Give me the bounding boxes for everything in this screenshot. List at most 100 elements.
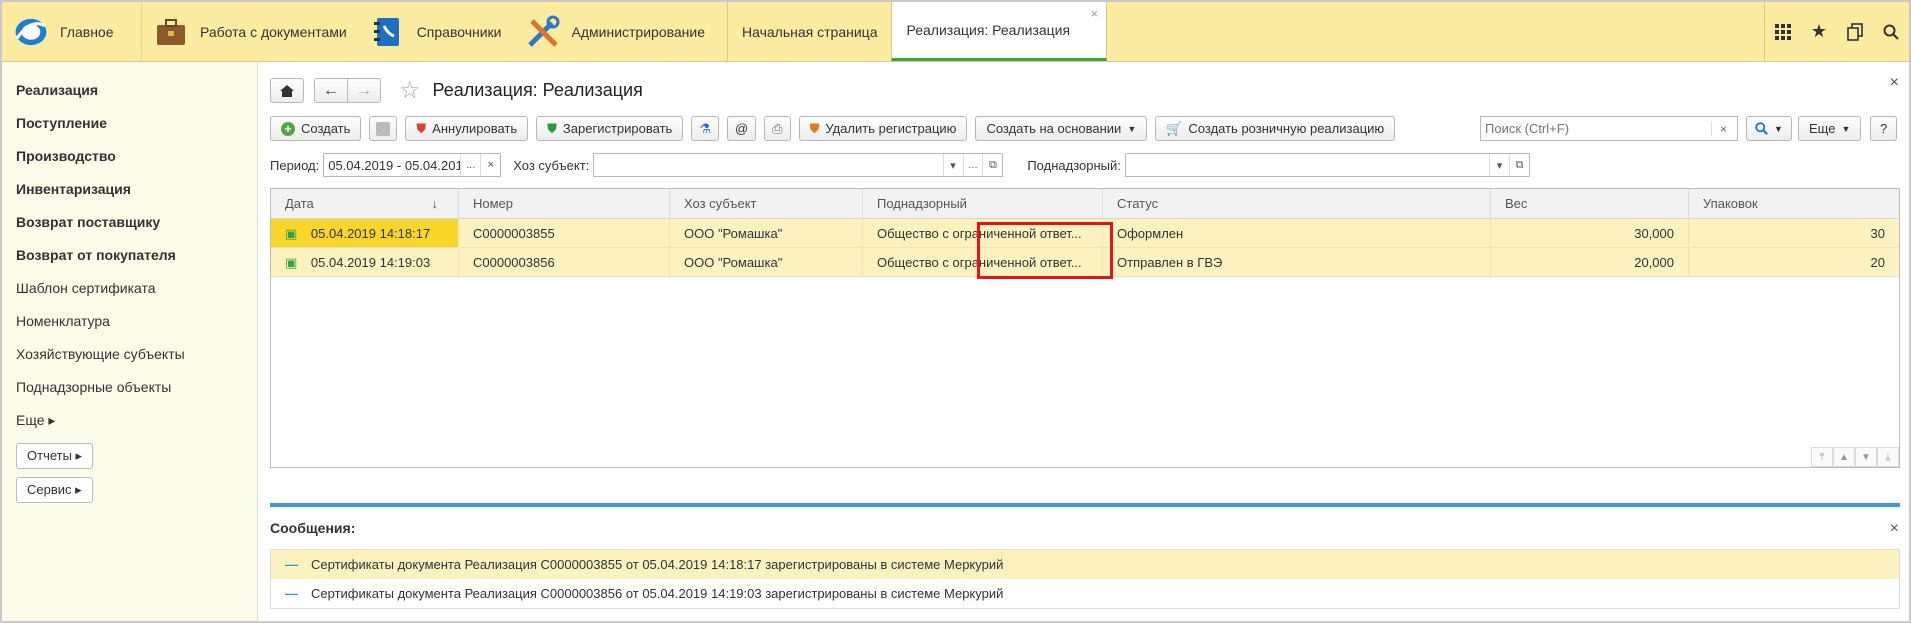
scroll-down-icon[interactable]: ▼	[1855, 447, 1877, 467]
section-home-label: Главное	[60, 23, 114, 40]
search-field[interactable]: ×	[1480, 116, 1738, 141]
forward-button[interactable]: →	[348, 78, 381, 103]
subject-select-button[interactable]: ...	[962, 154, 983, 176]
row-subject-cell: ООО "Ромашка"	[670, 248, 863, 276]
sidebar-item-business-entities[interactable]: Хозяйствующие субъекты	[2, 344, 257, 377]
home-icon	[280, 84, 294, 97]
section-home[interactable]: Главное	[2, 2, 142, 61]
grid-icon[interactable]	[1765, 23, 1801, 40]
status-highlight-box	[977, 222, 1113, 279]
sidebar-item-nomenclature[interactable]: Номенклатура	[2, 311, 257, 344]
search-icon[interactable]	[1873, 24, 1909, 40]
tab-start-page-label: Начальная страница	[742, 23, 878, 40]
col-weight[interactable]: Вес	[1491, 189, 1689, 218]
col-date[interactable]: Дата ↓	[271, 189, 459, 218]
subject-open-icon[interactable]: ⧉	[982, 154, 1002, 176]
row-weight-cell: 20,000	[1491, 248, 1689, 276]
posted-doc-icon: ▣	[285, 226, 298, 241]
email-button[interactable]: @	[726, 116, 757, 141]
search-input[interactable]	[1481, 117, 1711, 140]
cart-icon: 🛒	[1166, 120, 1183, 136]
microscope-button[interactable]: ⚗	[691, 116, 719, 141]
row-date-cell: ▣ 05.04.2019 14:18:17	[271, 219, 459, 247]
service-button[interactable]: Сервис ▸	[16, 477, 93, 503]
supervised-dropdown-icon[interactable]: ▾	[1489, 154, 1509, 176]
sidebar-item-return-customer[interactable]: Возврат от покупателя	[2, 245, 257, 278]
period-value: 05.04.2019 - 05.04.201	[328, 157, 461, 173]
period-field[interactable]: 05.04.2019 - 05.04.201 ... ×	[323, 153, 502, 177]
filter-row: Период: 05.04.2019 - 05.04.201 ... × Хоз…	[270, 153, 1530, 177]
col-packages[interactable]: Упаковок	[1689, 189, 1899, 218]
message-dash-icon: —	[285, 586, 298, 601]
supervised-open-icon[interactable]: ⧉	[1508, 154, 1529, 176]
delete-registration-button[interactable]: ⛊ Удалить регистрацию	[798, 116, 968, 141]
create-based-on-label: Создать на основании	[986, 121, 1122, 136]
section-references[interactable]: Справочники	[359, 2, 514, 61]
period-select-button[interactable]: ...	[460, 154, 480, 176]
copy-icon[interactable]	[1837, 22, 1873, 41]
sidebar-item-return-supplier[interactable]: Возврат поставщику	[2, 212, 257, 245]
section-documents-label: Работа с документами	[200, 23, 347, 40]
supervised-field[interactable]: ▾ ⧉	[1124, 153, 1530, 177]
col-status[interactable]: Статус	[1103, 189, 1491, 218]
messages-close-icon[interactable]: ×	[1890, 520, 1899, 538]
subject-field[interactable]: ▾ ... ⧉	[593, 153, 1004, 177]
star-icon[interactable]: ★	[1801, 21, 1837, 42]
scroll-bottom-icon[interactable]: ⤓	[1877, 447, 1899, 467]
period-clear-icon[interactable]: ×	[480, 154, 500, 176]
sort-arrow-icon: ↓	[431, 196, 439, 211]
section-administration-label: Администрирование	[571, 23, 706, 40]
create-button[interactable]: + Создать	[270, 116, 362, 141]
print-button[interactable]: ⎙	[764, 116, 791, 141]
row-subject-cell: ООО "Ромашка"	[670, 219, 863, 247]
help-button[interactable]: ?	[1870, 116, 1898, 141]
at-icon: @	[734, 121, 749, 136]
col-subject[interactable]: Хоз субъект	[670, 189, 863, 218]
home-button[interactable]	[270, 78, 304, 103]
favorite-star-icon[interactable]: ☆	[399, 76, 421, 105]
table-header: Дата ↓ Номер Хоз субъект Поднадзорный Ст…	[271, 189, 1899, 219]
scroll-top-icon[interactable]: ⤒	[1811, 447, 1833, 467]
sidebar-item-realization[interactable]: Реализация	[2, 80, 257, 113]
sidebar-item-supervised-objects[interactable]: Поднадзорные объекты	[2, 377, 257, 410]
back-button[interactable]: ←	[314, 78, 348, 103]
scroll-up-icon[interactable]: ▲	[1833, 447, 1855, 467]
tab-start-page[interactable]: Начальная страница	[727, 2, 891, 61]
message-item[interactable]: — Сертификаты документа Реализация С0000…	[271, 579, 1899, 608]
subject-dropdown-icon[interactable]: ▾	[942, 154, 963, 176]
table-scroll-controls: ⤒ ▲ ▼ ⤓	[1811, 447, 1899, 467]
tab-realization[interactable]: Реализация: Реализация ×	[891, 2, 1108, 61]
sidebar-item-inventory[interactable]: Инвентаризация	[2, 179, 257, 212]
register-button[interactable]: ⛊ Зарегистрировать	[536, 116, 684, 141]
sidebar-item-production[interactable]: Производство	[2, 146, 257, 179]
message-item[interactable]: — Сертификаты документа Реализация С0000…	[271, 550, 1899, 579]
nav-row: ← → ☆ Реализация: Реализация	[270, 76, 643, 105]
col-supervised[interactable]: Поднадзорный	[863, 189, 1103, 218]
create-based-on-button[interactable]: Создать на основании ▼	[975, 116, 1148, 141]
copy-document-button[interactable]	[369, 116, 398, 141]
tab-realization-label: Реализация: Реализация	[906, 22, 1071, 38]
documents-table: Дата ↓ Номер Хоз субъект Поднадзорный Ст…	[270, 188, 1900, 468]
reports-button[interactable]: Отчеты ▸	[16, 443, 94, 469]
messages-list: — Сертификаты документа Реализация С0000…	[270, 549, 1900, 609]
messages-divider	[270, 503, 1900, 507]
col-number[interactable]: Номер	[459, 189, 670, 218]
section-administration[interactable]: Администрирование	[514, 2, 718, 61]
tools-icon	[526, 15, 560, 49]
tab-close-icon[interactable]: ×	[1091, 6, 1099, 21]
sidebar-item-certificate-template[interactable]: Шаблон сертификата	[2, 278, 257, 311]
search-clear-icon[interactable]: ×	[1711, 121, 1735, 136]
close-form-icon[interactable]: ×	[1890, 74, 1899, 92]
search-options-button[interactable]: ▼	[1746, 116, 1792, 141]
more-button[interactable]: Еще ▼	[1798, 116, 1862, 141]
section-documents[interactable]: Работа с документами	[142, 2, 359, 61]
row-status-cell: Отправлен в ГВЭ	[1103, 248, 1491, 276]
annul-button[interactable]: ⛊ Аннулировать	[405, 116, 529, 141]
create-retail-label: Создать розничную реализацию	[1188, 121, 1385, 136]
create-retail-button[interactable]: 🛒 Создать розничную реализацию	[1155, 116, 1396, 141]
arrow-right-icon: →	[356, 81, 372, 99]
row-status-cell: Оформлен	[1103, 219, 1491, 247]
sidebar-item-more[interactable]: Еще ▸	[2, 410, 257, 443]
subject-label: Хоз субъект:	[513, 157, 590, 173]
sidebar-item-receipt[interactable]: Поступление	[2, 113, 257, 146]
